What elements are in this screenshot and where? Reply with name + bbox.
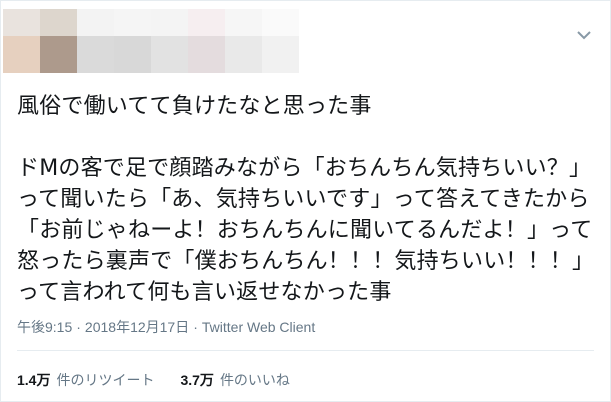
retweet-label: 件のリツイート <box>56 372 155 388</box>
retweet-count: 1.4万 <box>17 372 51 388</box>
tweet-stats: 1.4万 件のリツイート 3.7万 件のいいね <box>17 370 290 390</box>
meta-separator: · <box>76 319 81 335</box>
divider <box>17 350 594 351</box>
blurred-avatar-name-lower <box>3 36 299 73</box>
like-stat[interactable]: 3.7万 件のいいね <box>180 370 289 390</box>
tweet-card: 風俗で働いてて負けたなと思った事 ドMの客で足で顔踏みながら「おちんちん気持ちい… <box>0 0 611 402</box>
retweet-stat[interactable]: 1.4万 件のリツイート <box>17 370 154 390</box>
tweet-time[interactable]: 午後9:15 <box>17 319 72 335</box>
tweet-client[interactable]: Twitter Web Client <box>202 319 315 335</box>
like-count: 3.7万 <box>180 372 214 388</box>
meta-separator: · <box>193 319 198 335</box>
tweet-text: 風俗で働いてて負けたなと思った事 ドMの客で足で顔踏みながら「おちんちん気持ちい… <box>17 94 595 305</box>
tweet-date[interactable]: 2018年12月17日 <box>85 319 189 335</box>
like-label: 件のいいね <box>219 372 290 388</box>
chevron-down-icon[interactable] <box>576 29 592 41</box>
tweet-metadata: 午後9:15 · 2018年12月17日 · Twitter Web Client <box>17 317 315 337</box>
